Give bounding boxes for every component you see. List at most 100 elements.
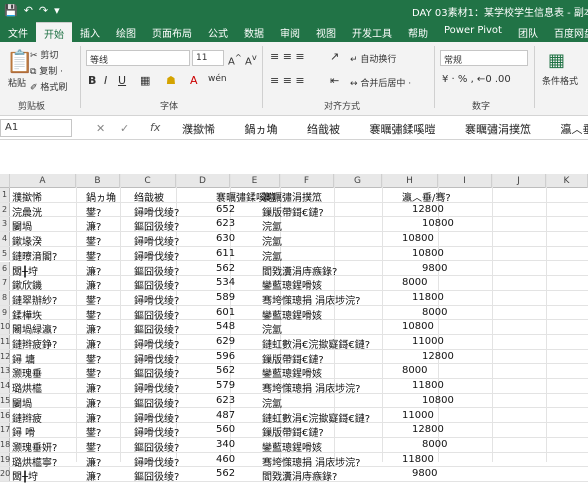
- row-number[interactable]: 10: [0, 320, 10, 334]
- copy-button[interactable]: ⧉ 复制 ·: [30, 64, 63, 77]
- row-number[interactable]: 6: [0, 262, 10, 276]
- tab-view[interactable]: 视图: [308, 22, 344, 42]
- column-header[interactable]: I: [438, 174, 492, 188]
- table-row[interactable]: 7鏉欣鐖濂?鏂囧彶绫?534鑾藍璁鍟嗗姟8000: [0, 276, 588, 291]
- row-number[interactable]: 19: [0, 453, 10, 467]
- cell[interactable]: 487: [216, 410, 235, 421]
- cancel-icon[interactable]: ✕: [96, 122, 105, 135]
- row-number[interactable]: 18: [0, 438, 10, 452]
- merge-center-button[interactable]: ↔ 合并后居中 ·: [350, 76, 411, 89]
- tab-baidu-netdisk[interactable]: 百度网盘: [546, 22, 588, 42]
- redo-icon[interactable]: ↷: [39, 4, 48, 17]
- underline-icon[interactable]: U: [118, 74, 126, 87]
- table-row[interactable]: 5鏈曢湇閣?鐢?鐞嗗伐绫?611浣氳10800: [0, 247, 588, 262]
- tab-help[interactable]: 帮助: [400, 22, 436, 42]
- table-row[interactable]: 9鍒樺垁鐢?鏂囧彶绫?601鑾藍璁鍟嗗姟8000: [0, 306, 588, 321]
- formula-input[interactable]: 濮撳悕 鍋ヵ埆 绉戠被 褰曞彇鍒嗘暟 褰曞彇涓撲笟 瀛︿垂/骞?: [182, 121, 588, 137]
- row-number[interactable]: 1: [0, 188, 10, 202]
- tab-page-layout[interactable]: 页面布局: [144, 22, 200, 42]
- cell[interactable]: 611: [216, 248, 235, 259]
- cell[interactable]: 10800: [402, 321, 434, 332]
- cell[interactable]: 560: [216, 424, 235, 435]
- tab-formulas[interactable]: 公式: [200, 22, 236, 42]
- cell[interactable]: 8000: [402, 277, 427, 288]
- format-painter-button[interactable]: ✐ 格式刷: [30, 80, 67, 93]
- column-header[interactable]: D: [176, 174, 230, 188]
- cell[interactable]: 閻戣瀵涓庤瘯錄?: [262, 468, 337, 483]
- font-size-select[interactable]: 11: [192, 50, 224, 66]
- font-color-icon[interactable]: A: [190, 74, 198, 87]
- tab-power-pivot[interactable]: Power Pivot: [436, 22, 510, 42]
- table-row[interactable]: 15闄堝濂?鏂囧彶绫?623浣氳10800: [0, 394, 588, 409]
- number-format-select[interactable]: 常规: [440, 50, 528, 66]
- cell[interactable]: 12800: [422, 351, 454, 362]
- customize-qat-icon[interactable]: ▾: [54, 4, 60, 17]
- cell[interactable]: 11800: [412, 380, 444, 391]
- tab-developer[interactable]: 开发工具: [344, 22, 400, 42]
- cell[interactable]: 596: [216, 351, 235, 362]
- enter-icon[interactable]: ✓: [120, 122, 129, 135]
- borders-icon[interactable]: ▦: [140, 74, 150, 87]
- cell[interactable]: 340: [216, 439, 235, 450]
- table-row[interactable]: 2浣曟洸鐢?鐞嗗伐绫?652鏁版帶鎶€鏈?12800: [0, 203, 588, 218]
- cell[interactable]: 9800: [422, 263, 447, 274]
- cell[interactable]: 562: [216, 263, 235, 274]
- row-number[interactable]: 20: [0, 467, 10, 481]
- cut-button[interactable]: ✂ 剪切: [30, 48, 58, 61]
- accounting-icon[interactable]: ¥ · % , ←0 .00: [442, 74, 511, 85]
- conditional-format-button[interactable]: 条件格式: [542, 74, 578, 87]
- cell[interactable]: 8000: [422, 307, 447, 318]
- row-number[interactable]: 16: [0, 409, 10, 423]
- cell[interactable]: 589: [216, 292, 235, 303]
- column-header[interactable]: C: [120, 174, 176, 188]
- table-row[interactable]: 12鐞 墉鐢?鐞嗗伐绫?596鏁版帶鎶€鏈?12800: [0, 350, 588, 365]
- row-number[interactable]: 17: [0, 423, 10, 437]
- row-number[interactable]: 8: [0, 291, 10, 305]
- table-row[interactable]: 6闆╂垨濂?鏂囧彶绫?562閻戣瀵涓庤瘯錄?9800: [0, 262, 588, 277]
- table-row[interactable]: 14璐烘櫙濂?鐞嗗伐绫?579骞垮憡璁捐 涓庡埗浣?11800: [0, 379, 588, 394]
- cell[interactable]: 11800: [402, 454, 434, 465]
- row-number[interactable]: 2: [0, 203, 10, 217]
- conditional-format-icon[interactable]: ▦: [548, 50, 565, 71]
- table-row[interactable]: 10闂堝緑瀛?濂?鏂囧彶绫?548浣氳10800: [0, 320, 588, 335]
- table-row[interactable]: 1濮撳悕鍋ヵ埆绉戠被褰曞彇鍒嗘暟褰曞彇涓撲笟瀛︿垂/骞?: [0, 188, 588, 203]
- top-align-icon[interactable]: ≡ ≡ ≡: [270, 50, 305, 63]
- cell[interactable]: 562: [216, 365, 235, 376]
- column-header[interactable]: H: [382, 174, 438, 188]
- row-number[interactable]: 5: [0, 247, 10, 261]
- cell[interactable]: 562: [216, 468, 235, 479]
- cell[interactable]: 12800: [412, 204, 444, 215]
- tab-home[interactable]: 开始: [36, 22, 72, 42]
- column-header[interactable]: F: [280, 174, 334, 188]
- row-number[interactable]: 15: [0, 394, 10, 408]
- insert-function-button[interactable]: fx: [150, 121, 160, 134]
- cell[interactable]: 11000: [402, 410, 434, 421]
- row-number[interactable]: 13: [0, 364, 10, 378]
- row-number[interactable]: 9: [0, 306, 10, 320]
- table-row[interactable]: 8鏈翠辦紗?鐢?鐞嗗伐绫?589骞垮憡璁捐 涓庡埗浣?11800: [0, 291, 588, 306]
- column-header[interactable]: B: [76, 174, 120, 188]
- font-name-select[interactable]: 等线: [86, 50, 190, 66]
- table-row[interactable]: 4鏉堟湀鐢?鐞嗗伐绫?630浣氳10800: [0, 232, 588, 247]
- row-number[interactable]: 12: [0, 350, 10, 364]
- row-number[interactable]: 3: [0, 217, 10, 231]
- table-row[interactable]: 16鏈辫疲濂?鐞嗗伐绫?487鏈虹數涓€浣撳寲鎶€鏈?11000: [0, 409, 588, 424]
- column-header[interactable]: G: [334, 174, 382, 188]
- cell[interactable]: 8000: [402, 365, 427, 376]
- cell[interactable]: 652: [216, 204, 235, 215]
- cell[interactable]: 11000: [412, 336, 444, 347]
- undo-icon[interactable]: ↶: [24, 4, 33, 17]
- cell[interactable]: 10800: [402, 233, 434, 244]
- column-header[interactable]: K: [546, 174, 588, 188]
- grow-font-icon[interactable]: A^ Av: [228, 52, 257, 67]
- cell[interactable]: 8000: [422, 439, 447, 450]
- cell[interactable]: 10800: [422, 395, 454, 406]
- cell[interactable]: 460: [216, 454, 235, 465]
- name-box[interactable]: A1: [0, 119, 72, 137]
- wrap-text-button[interactable]: ↵ 自动换行: [350, 52, 396, 65]
- row-number[interactable]: 4: [0, 232, 10, 246]
- cell[interactable]: 534: [216, 277, 235, 288]
- row-number[interactable]: 7: [0, 276, 10, 290]
- table-row[interactable]: 17鐞 嗗鐢?鐞嗗伐绫?560鏁版帶鎶€鏈?12800: [0, 423, 588, 438]
- row-number[interactable]: 11: [0, 335, 10, 349]
